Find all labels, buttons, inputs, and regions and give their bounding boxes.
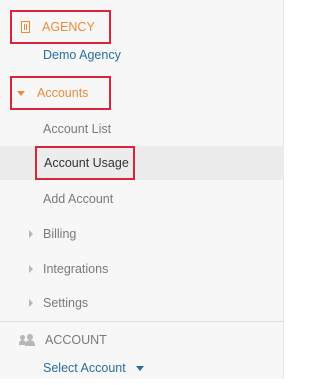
accounts-header-label: Accounts [37, 86, 89, 100]
agency-current[interactable]: Demo Agency [0, 38, 284, 72]
agency-header-label: AGENCY [42, 20, 95, 34]
chevron-right-icon [29, 265, 33, 273]
sidebar-item-integrations[interactable]: Integrations [0, 252, 284, 286]
accounts-header[interactable]: Accounts [10, 76, 111, 110]
chevron-right-icon [29, 299, 33, 307]
chevron-down-icon [17, 90, 25, 96]
accounts-item-label: Add Account [43, 192, 114, 206]
chevron-down-icon [135, 365, 144, 371]
agency-current-label: Demo Agency [43, 48, 121, 62]
sidebar-item-settings[interactable]: Settings [0, 286, 284, 320]
accounts-item-label: Account List [43, 122, 112, 136]
section-divider [0, 321, 284, 322]
chevron-right-icon [29, 230, 33, 238]
account-header-label: ACCOUNT [45, 333, 107, 347]
building-icon [21, 21, 30, 33]
select-account-dropdown[interactable]: Select Account [0, 351, 284, 385]
sidebar-item-billing[interactable]: Billing [0, 217, 284, 251]
users-icon [19, 334, 35, 346]
sidebar-item-label: Billing [43, 227, 77, 241]
sidebar-item-label: Settings [43, 296, 89, 310]
sidebar-panel: AGENCY Demo Agency Accounts Account List… [0, 0, 284, 379]
select-account-label: Select Account [43, 361, 126, 375]
sidebar-item-label: Integrations [43, 262, 109, 276]
account-usage-highlight[interactable]: Account Usage [35, 146, 135, 180]
accounts-item-add[interactable]: Add Account [0, 182, 284, 216]
accounts-item-label: Account Usage [44, 156, 129, 170]
accounts-item-list[interactable]: Account List [0, 112, 284, 146]
